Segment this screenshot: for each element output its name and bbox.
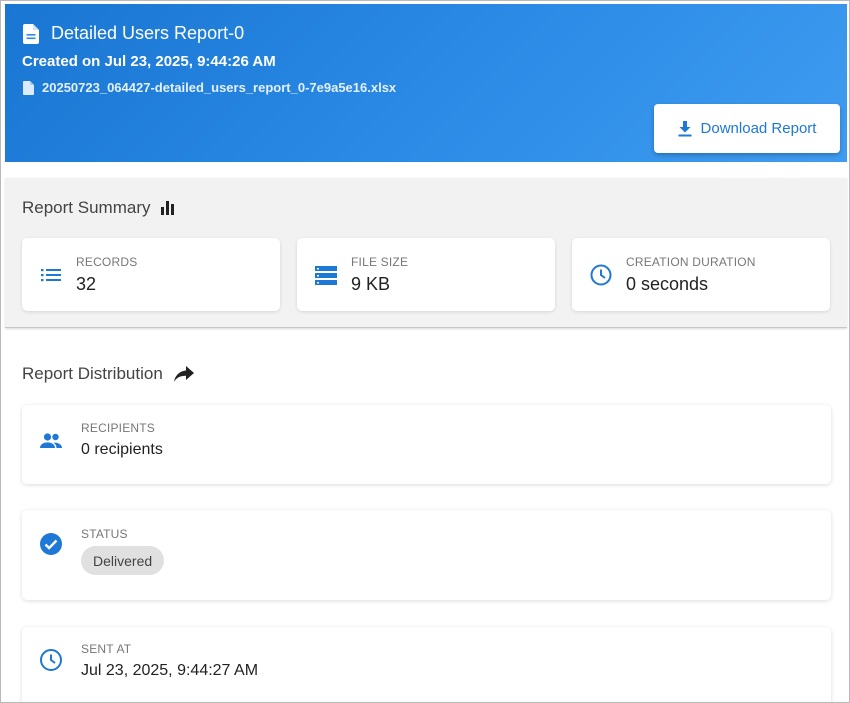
file-size-label: FILE SIZE	[351, 255, 409, 269]
creation-duration-label: CREATION DURATION	[626, 255, 756, 269]
report-summary-heading: Report Summary	[22, 198, 176, 218]
file-name: 20250723_064427-detailed_users_report_0-…	[42, 80, 397, 95]
status-card: STATUS Delivered	[22, 510, 831, 600]
recipients-card: RECIPIENTS 0 recipients	[22, 405, 831, 484]
report-page: Detailed Users Report-0 Created on Jul 2…	[0, 0, 850, 703]
people-icon	[40, 433, 62, 448]
report-title: Detailed Users Report-0	[51, 23, 245, 43]
file-size-card: FILE SIZE 9 KB	[297, 238, 555, 311]
document-icon	[23, 23, 39, 44]
file-size-value: 9 KB	[351, 274, 391, 294]
creation-duration-value: 0 seconds	[626, 274, 709, 294]
sent-at-value: Jul 23, 2025, 9:44:27 AM	[81, 662, 259, 679]
creation-duration-card: CREATION DURATION 0 seconds	[572, 238, 830, 311]
report-distribution-section: Report Distribution RECIPIENTS 0 recipie…	[5, 346, 847, 702]
status-badge: Delivered	[81, 546, 165, 575]
file-name-row: 20250723_064427-detailed_users_report_0-…	[23, 80, 396, 95]
download-icon	[678, 120, 692, 136]
created-date: Created on Jul 23, 2025, 9:44:26 AM	[22, 53, 276, 70]
report-title-row: Detailed Users Report-0	[23, 23, 244, 44]
report-distribution-heading: Report Distribution	[22, 364, 195, 384]
clock-icon	[590, 264, 612, 286]
records-value: 32	[76, 274, 97, 294]
sent-at-label: SENT AT	[81, 642, 132, 656]
report-distribution-title: Report Distribution	[22, 364, 163, 383]
records-label: RECORDS	[76, 255, 138, 269]
report-summary-title: Report Summary	[22, 198, 151, 217]
clock-icon	[40, 649, 62, 671]
storage-icon	[315, 266, 337, 285]
download-report-label: Download Report	[700, 120, 817, 137]
records-card: RECORDS 32	[22, 238, 280, 311]
check-circle-icon	[40, 533, 62, 555]
recipients-value: 0 recipients	[81, 441, 163, 458]
sent-at-card: SENT AT Jul 23, 2025, 9:44:27 AM	[22, 627, 831, 702]
download-report-button[interactable]: Download Report	[654, 104, 840, 153]
file-icon	[23, 80, 34, 95]
report-header: Detailed Users Report-0 Created on Jul 2…	[5, 4, 847, 162]
recipients-label: RECIPIENTS	[81, 421, 156, 435]
status-label: STATUS	[81, 527, 128, 541]
list-icon	[41, 269, 61, 282]
share-arrow-icon	[173, 366, 194, 382]
report-summary-section: Report Summary RECORDS 32 FILE SIZE 9 KB…	[5, 178, 847, 328]
bar-chart-icon	[161, 201, 175, 215]
